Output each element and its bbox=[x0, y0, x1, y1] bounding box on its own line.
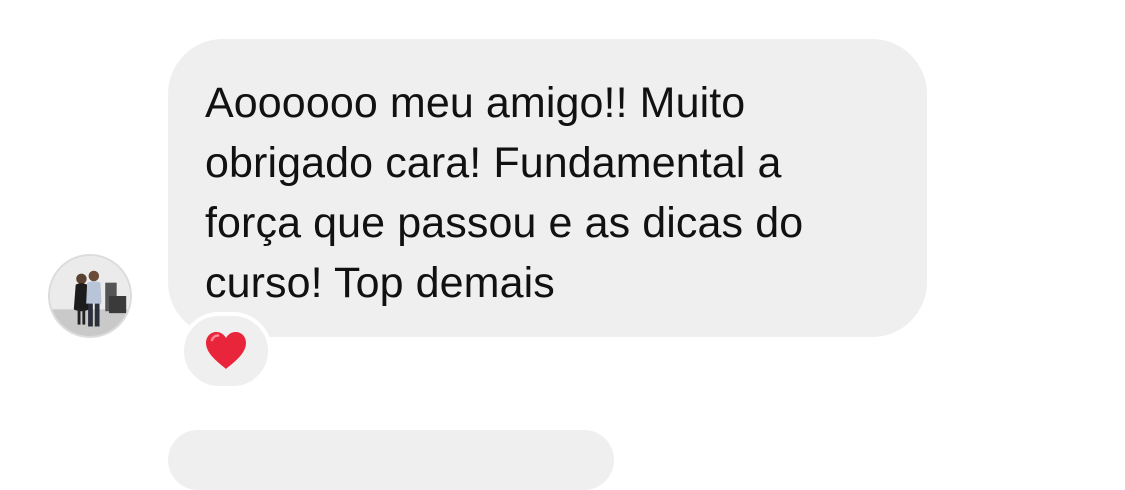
message-text: Aoooooo meu amigo!! Muito obrigado cara!… bbox=[205, 79, 804, 307]
reaction-badge[interactable] bbox=[180, 312, 272, 390]
message-bubble[interactable]: Aoooooo meu amigo!! Muito obrigado cara!… bbox=[168, 39, 927, 337]
profile-photo bbox=[50, 256, 130, 336]
next-message-bubble[interactable] bbox=[168, 430, 614, 490]
sender-avatar[interactable] bbox=[48, 254, 132, 338]
heart-icon bbox=[206, 332, 246, 369]
